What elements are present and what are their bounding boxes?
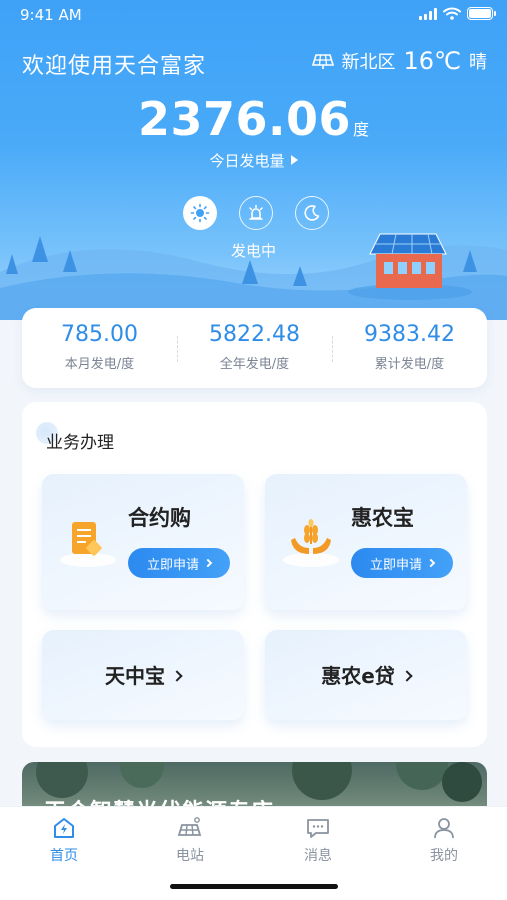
- weather-location: 新北区: [341, 52, 396, 73]
- tab-messages[interactable]: 消息: [278, 815, 358, 865]
- message-icon: [307, 819, 329, 838]
- status-bar: 9:41 AM: [0, 0, 507, 30]
- tab-label: 我的: [430, 848, 458, 864]
- weather-info[interactable]: 新北区 16℃ 晴: [311, 47, 487, 75]
- status-time: 9:41 AM: [20, 6, 82, 24]
- header: 9:41 AM 欢迎使用天合富家 新北区 16℃ 晴 2376.06 度 今日发…: [0, 0, 507, 320]
- sun-icon: [190, 203, 210, 223]
- tab-label: 电站: [176, 848, 204, 864]
- chevron-right-icon: [426, 558, 436, 568]
- tile-link-label: 天中宝: [105, 664, 165, 688]
- weather-condition: 晴: [469, 52, 487, 73]
- status-icons: [419, 7, 496, 20]
- wheat-hands-icon: [283, 519, 339, 567]
- stat-total[interactable]: 9383.42 累计发电/度: [332, 308, 487, 388]
- moon-mode-button[interactable]: [295, 196, 329, 230]
- apply-label: 立即申请: [369, 557, 422, 573]
- solar-panel-icon: [311, 54, 334, 69]
- apply-label: 立即申请: [146, 557, 199, 573]
- battery-icon: [467, 7, 496, 20]
- generation-state: 发电中: [230, 242, 276, 260]
- power-station-icon: [177, 817, 202, 836]
- business-section: 业务办理 合约购 立即申请 惠农宝 立即申请 天中宝 惠农e贷: [22, 402, 487, 747]
- stat-label: 本月发电/度: [64, 357, 135, 372]
- weather-temperature: 16℃: [403, 47, 462, 75]
- stat-value: 5822.48: [209, 322, 300, 347]
- today-generation: 2376.06 度: [0, 92, 507, 146]
- home-indicator: [170, 884, 338, 889]
- tab-home[interactable]: 首页: [24, 815, 104, 865]
- profile-icon: [434, 818, 454, 839]
- tile-link-label: 惠农e贷: [321, 664, 395, 688]
- tab-profile[interactable]: 我的: [404, 815, 484, 865]
- tab-power-station[interactable]: 电站: [150, 815, 230, 865]
- stat-year[interactable]: 5822.48 全年发电/度: [177, 308, 332, 388]
- generation-label-link[interactable]: 今日发电量: [0, 150, 507, 171]
- farmer-benefit-tile[interactable]: 惠农宝 立即申请: [265, 474, 467, 610]
- tab-label: 消息: [304, 848, 332, 864]
- contract-purchase-tile[interactable]: 合约购 立即申请: [42, 474, 244, 610]
- welcome-title: 欢迎使用天合富家: [22, 54, 207, 79]
- tab-label: 首页: [50, 848, 78, 864]
- stat-value: 9383.42: [364, 322, 455, 347]
- stat-label: 累计发电/度: [374, 357, 445, 372]
- stat-label: 全年发电/度: [219, 357, 290, 372]
- apply-button[interactable]: 立即申请: [351, 548, 453, 578]
- tile-link: 惠农e贷: [265, 660, 467, 689]
- generation-stats-card: 785.00 本月发电/度 5822.48 全年发电/度 9383.42 累计发…: [22, 308, 487, 388]
- home-icon: [54, 818, 74, 838]
- chevron-right-icon: [401, 670, 413, 682]
- tile-title: 合约购: [128, 506, 191, 530]
- tile-title: 惠农宝: [351, 506, 414, 530]
- stat-value: 785.00: [61, 322, 138, 347]
- generation-unit: 度: [353, 120, 370, 139]
- wifi-icon: [443, 7, 461, 20]
- alarm-mode-button[interactable]: [239, 196, 273, 230]
- contract-document-icon: [60, 522, 116, 567]
- moon-icon: [304, 205, 320, 221]
- alarm-icon: [249, 204, 263, 220]
- farmer-loan-tile[interactable]: 惠农e贷: [265, 630, 467, 720]
- signal-icon: [419, 7, 437, 20]
- chevron-right-icon: [203, 558, 213, 568]
- chevron-right-icon: [171, 670, 183, 682]
- mode-selector: [183, 196, 329, 230]
- tile-link: 天中宝: [42, 660, 244, 689]
- apply-button[interactable]: 立即申请: [128, 548, 230, 578]
- generation-label: 今日发电量: [209, 152, 285, 170]
- generation-value: 2376.06: [137, 92, 351, 146]
- play-arrow-icon: [290, 155, 298, 165]
- stat-month[interactable]: 785.00 本月发电/度: [22, 308, 177, 388]
- section-title: 业务办理: [46, 433, 114, 453]
- tianzhongbao-tile[interactable]: 天中宝: [42, 630, 244, 720]
- sun-mode-button[interactable]: [183, 196, 217, 230]
